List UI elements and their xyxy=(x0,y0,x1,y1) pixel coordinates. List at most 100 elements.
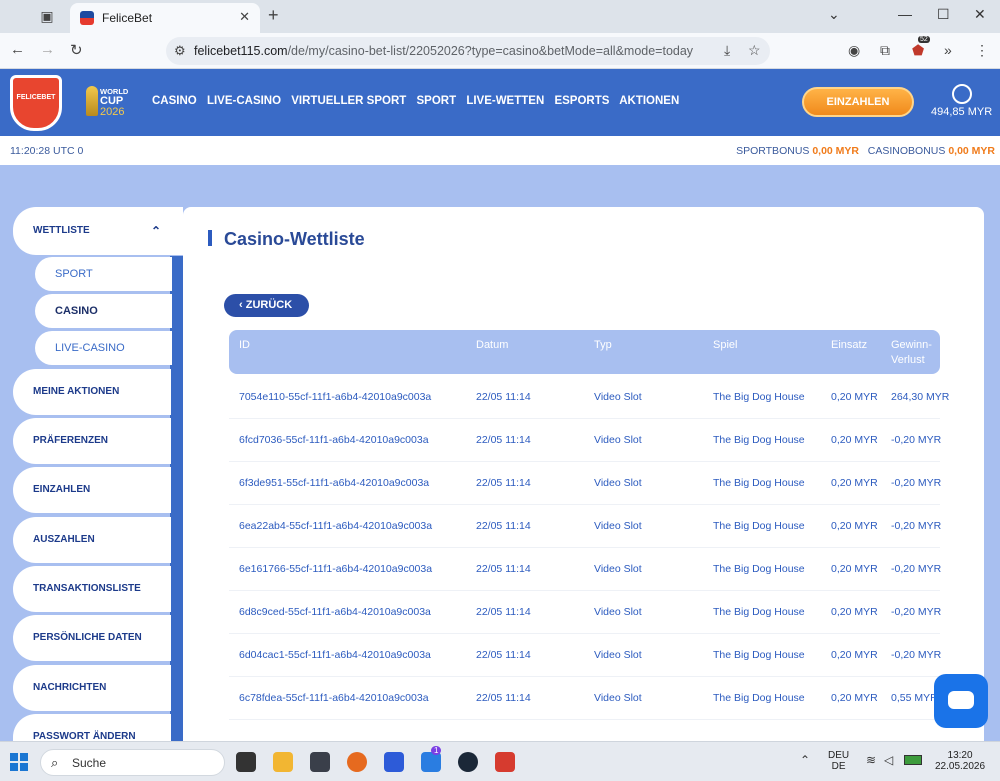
nav-sport[interactable]: SPORT xyxy=(416,95,456,107)
forward-arrow-icon[interactable]: → xyxy=(40,41,55,58)
column-win-loss-line2: Verlust xyxy=(891,354,925,366)
language-indicator[interactable]: DEU DE xyxy=(828,750,849,772)
firefox-icon[interactable] xyxy=(347,752,367,772)
table-row[interactable]: 6c78fdea-55cf-11f1-a6b4-42010a9c003a 22/0… xyxy=(229,677,940,720)
install-icon[interactable]: ⤓ xyxy=(724,42,730,59)
battery-icon[interactable] xyxy=(904,755,922,765)
table-row[interactable]: 6fcd7036-55cf-11f1-a6b4-42010a9c003a 22/0… xyxy=(229,419,941,462)
cell-stake: 0,20 MYR xyxy=(831,606,878,618)
bonus-summary: SPORTBONUS 0,00 MYR CASINOBONUS 0,00 MYR xyxy=(736,145,995,157)
table-row[interactable]: 6e161766-55cf-11f1-a6b4-42010a9c003a 22/0… xyxy=(229,548,941,591)
sidebar-item-personal-data[interactable]: PERSÖNLICHE DATEN xyxy=(13,615,171,661)
table-row[interactable]: 6d04cac1-55cf-11f1-a6b4-42010a9c003a 22/0… xyxy=(229,634,942,677)
sidebar-item-withdraw[interactable]: AUSZAHLEN xyxy=(13,517,171,563)
sidebar-item-my-promotions[interactable]: MEINE AKTIONEN xyxy=(13,369,171,415)
info-bar: 11:20:28 UTC 0 SPORTBONUS 0,00 MYR CASIN… xyxy=(0,136,1000,165)
cell-id: 6ea22ab4-55cf-11f1-a6b4-42010a9c003a xyxy=(239,520,433,532)
cell-win-loss: -0,20 MYR xyxy=(891,649,942,661)
file-explorer-icon[interactable] xyxy=(273,752,293,772)
cell-game: The Big Dog House xyxy=(713,477,805,489)
table-row[interactable]: 6ea22ab4-55cf-11f1-a6b4-42010a9c003a 22/0… xyxy=(229,505,942,548)
extension-shield-icon[interactable]: ⬟ 52 xyxy=(912,36,930,59)
menu-kebab-icon[interactable]: ⋮ xyxy=(975,42,989,59)
chat-button[interactable] xyxy=(934,674,988,728)
sidebar-subitem-live-casino[interactable]: LIVE-CASINO xyxy=(35,331,172,365)
store-icon[interactable]: 1 xyxy=(421,746,442,772)
nav-virtual-sport[interactable]: VIRTUELLER SPORT xyxy=(291,95,406,107)
account-icon[interactable]: ◉ xyxy=(848,42,860,59)
wifi-icon[interactable]: ≋ xyxy=(866,753,876,767)
cell-win-loss: 0,55 MYR xyxy=(891,692,938,704)
chevron-up-icon[interactable]: ⌃ xyxy=(151,207,161,255)
site-info-icon[interactable]: ⚙ xyxy=(174,43,186,59)
sidebar-subitem-casino[interactable]: CASINO xyxy=(35,294,172,328)
cell-type: Video Slot xyxy=(594,391,642,403)
tray-chevron-up-icon[interactable]: ⌃ xyxy=(800,753,810,767)
tab-list-chevron-icon[interactable]: ⌄ xyxy=(828,6,840,23)
sidebar-subitem-sport[interactable]: SPORT xyxy=(35,257,172,291)
sportbonus-value: 0,00 MYR xyxy=(812,145,860,157)
windows-start-icon[interactable] xyxy=(10,753,28,771)
new-tab-icon[interactable]: + xyxy=(268,5,279,26)
more-tools-icon[interactable]: » xyxy=(944,42,952,58)
account-balance[interactable]: 494,85 MYR xyxy=(931,106,992,118)
deposit-button[interactable]: EINZAHLEN xyxy=(802,87,914,117)
cell-type: Video Slot xyxy=(594,434,642,446)
volume-icon[interactable]: ◁ xyxy=(884,753,893,767)
sidebar-item-change-password[interactable]: PASSWORT ÄNDERN xyxy=(13,714,171,741)
table-row[interactable]: 6f3de951-55cf-11f1-a6b4-42010a9c003a 22/0… xyxy=(229,462,941,505)
editor-app-icon[interactable] xyxy=(384,752,404,772)
sidebar-item-deposit[interactable]: EINZAHLEN xyxy=(13,467,171,513)
minimize-icon[interactable]: — xyxy=(898,6,912,22)
bookmark-star-icon[interactable]: ☆ xyxy=(748,42,761,59)
steam-icon[interactable] xyxy=(458,752,478,772)
cell-type: Video Slot xyxy=(594,520,642,532)
window-close-icon[interactable]: ✕ xyxy=(974,6,986,23)
worldcup-2026-badge[interactable]: WORLD CUP 2026 xyxy=(86,84,136,124)
cell-win-loss: -0,20 MYR xyxy=(891,520,942,532)
cell-type: Video Slot xyxy=(594,563,642,575)
sidebar-item-preferences[interactable]: PRÄFERENZEN xyxy=(13,418,171,464)
taskbar-search[interactable]: ⌕ Suche xyxy=(40,749,225,776)
search-placeholder: Suche xyxy=(72,756,107,770)
sidebar-item-transactions[interactable]: TRANSAKTIONSLISTE xyxy=(13,566,171,612)
extensions-puzzle-icon[interactable]: ⧉ xyxy=(880,42,890,59)
column-win-loss: Gewinn- Verlust xyxy=(891,338,932,368)
back-button[interactable]: ‹ ZURÜCK xyxy=(224,294,309,317)
url-text: felicebet115.com/de/my/casino-bet-list/2… xyxy=(194,44,693,58)
maximize-icon[interactable]: ☐ xyxy=(937,6,950,23)
felicebet-logo[interactable]: FELICEBET xyxy=(10,75,62,131)
cell-date: 22/05 11:14 xyxy=(476,692,531,704)
nav-casino[interactable]: CASINO xyxy=(152,95,197,107)
sidebar-item-messages[interactable]: NACHRICHTEN xyxy=(13,665,171,711)
table-row[interactable]: 7054e110-55cf-11f1-a6b4-42010a9c003a 22/0… xyxy=(229,376,949,419)
task-view-icon[interactable] xyxy=(236,752,256,772)
cell-date: 22/05 11:14 xyxy=(476,606,531,618)
user-account-icon[interactable] xyxy=(952,84,972,104)
reload-icon[interactable]: ↻ xyxy=(70,41,83,59)
column-stake: Einsatz xyxy=(831,339,868,351)
back-arrow-icon[interactable]: ← xyxy=(10,41,25,58)
address-bar[interactable]: ⚙ felicebet115.com/de/my/casino-bet-list… xyxy=(166,37,770,65)
cell-type: Video Slot xyxy=(594,649,642,661)
cell-id: 6d8c9ced-55cf-11f1-a6b4-42010a9c003a xyxy=(239,606,431,618)
sidebar-item-wettliste[interactable]: WETTLISTE ⌃ xyxy=(13,207,183,255)
tab-actions-icon[interactable]: ▣ xyxy=(38,7,56,25)
extension-badge: 52 xyxy=(918,36,930,43)
column-date: Datum xyxy=(476,339,509,351)
close-tab-icon[interactable]: ✕ xyxy=(239,9,250,25)
sportbonus-label: SPORTBONUS xyxy=(736,145,810,157)
cell-date: 22/05 11:14 xyxy=(476,520,531,532)
cell-game: The Big Dog House xyxy=(713,692,805,704)
browser-tab[interactable]: FeliceBet ✕ xyxy=(70,3,260,33)
app-cube-icon[interactable] xyxy=(310,752,330,772)
poker-app-icon[interactable] xyxy=(495,752,515,772)
nav-live-casino[interactable]: LIVE-CASINO xyxy=(207,95,281,107)
cell-id: 6d04cac1-55cf-11f1-a6b4-42010a9c003a xyxy=(239,649,431,661)
clock[interactable]: 13:20 22.05.2026 xyxy=(935,750,985,772)
nav-live-betting[interactable]: LIVE-WETTEN xyxy=(466,95,544,107)
nav-promotions[interactable]: AKTIONEN xyxy=(619,95,679,107)
nav-esports[interactable]: ESPORTS xyxy=(554,95,609,107)
table-row[interactable]: 6d8c9ced-55cf-11f1-a6b4-42010a9c003a 22/0… xyxy=(229,591,941,634)
column-id: ID xyxy=(239,339,250,351)
